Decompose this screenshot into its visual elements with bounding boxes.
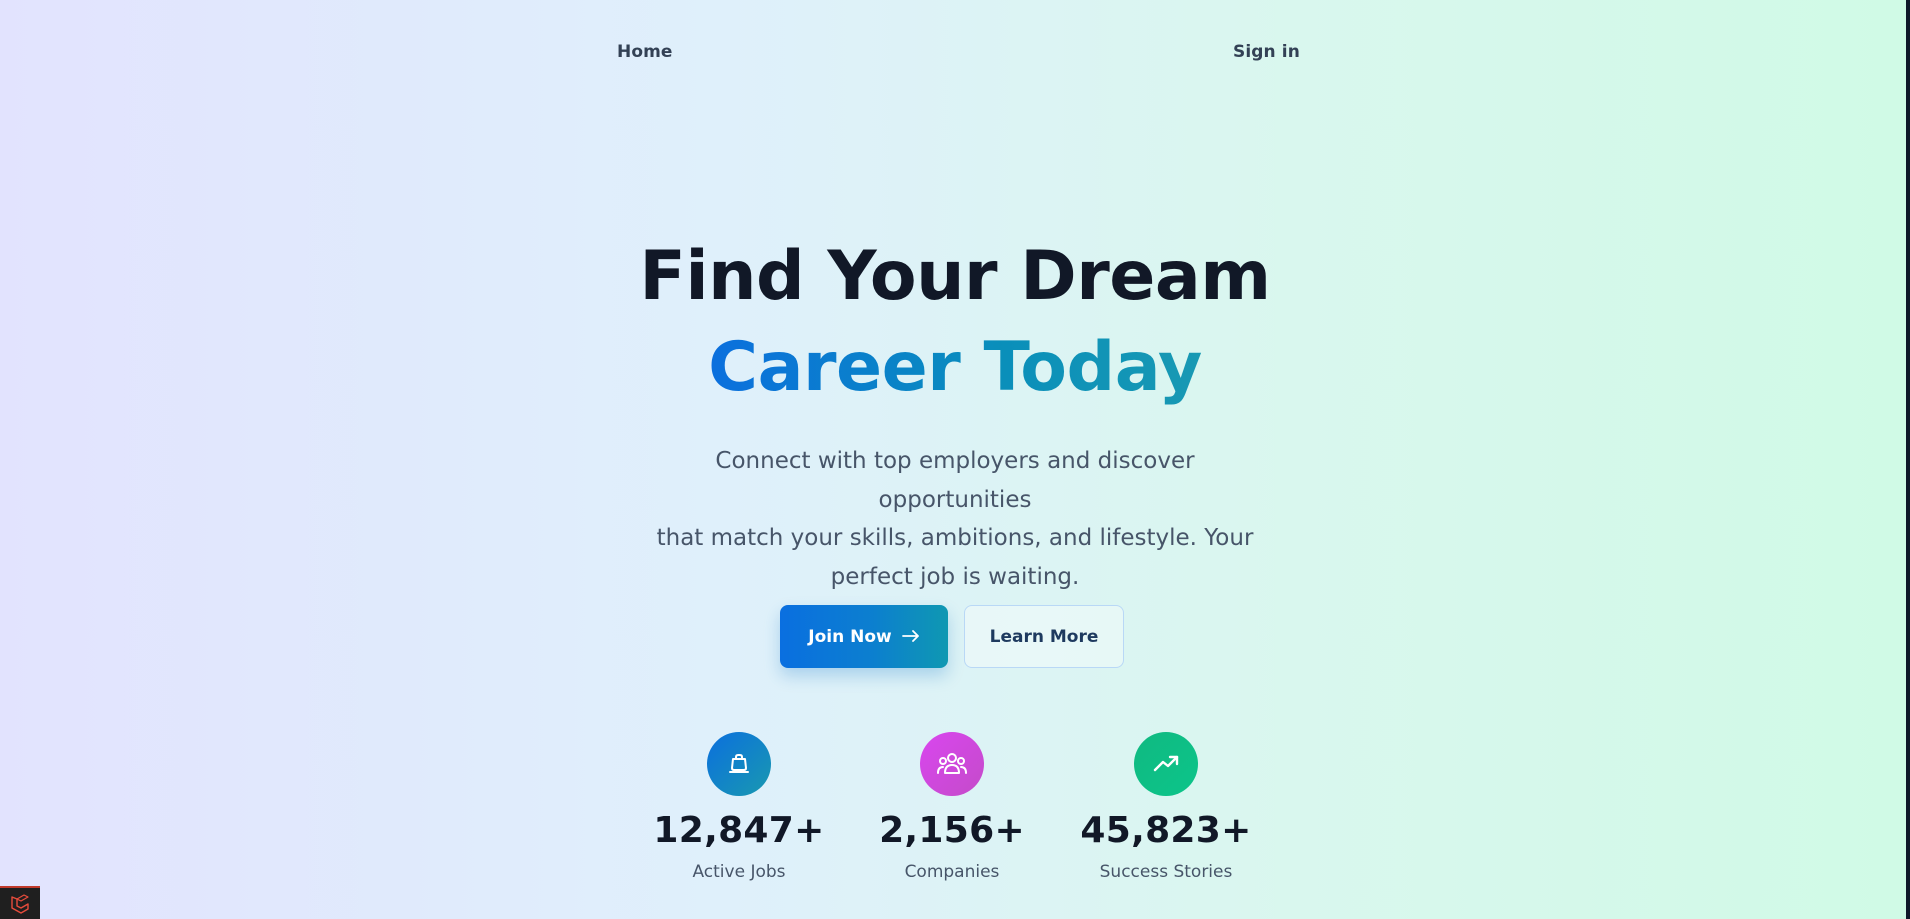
laravel-debug-icon[interactable] [0,886,40,919]
arrow-right-icon [901,626,920,648]
stat-value: 2,156+ [879,810,1025,851]
hero-subtitle-line2: that match your skills, ambitions, and l… [656,525,1254,551]
stat-value: 12,847+ [653,810,825,851]
hero-subtitle-line3: perfect job is waiting. [830,563,1080,590]
stat-label: Active Jobs [692,862,786,882]
stat-companies: 2,156+ Companies [852,732,1052,882]
trending-up-icon [1134,732,1198,796]
hero-subtitle: Connect with top employers and discover … [655,442,1255,596]
stat-label: Success Stories [1099,862,1233,882]
join-now-label: Join Now [808,626,892,647]
hero-title: Find Your Dream [639,237,1271,316]
learn-more-label: Learn More [989,626,1099,647]
stat-label: Companies [904,862,1000,882]
hero-subtitle-line1: Connect with top employers and discover … [715,448,1195,513]
nav-signin-link[interactable]: Sign in [1233,42,1300,62]
hero-title-highlight: Career Today [0,334,1910,402]
users-icon [920,732,984,796]
stat-value: 45,823+ [1080,810,1252,851]
stat-success-stories: 45,823+ Success Stories [1066,732,1266,882]
top-nav: Home Sign in [0,42,1910,68]
window-edge [1906,0,1910,919]
nav-home-link[interactable]: Home [617,42,673,62]
join-now-button[interactable]: Join Now [780,605,948,668]
briefcase-icon [707,732,771,796]
hero-title-highlight-text: Career Today [708,328,1202,407]
learn-more-button[interactable]: Learn More [964,605,1124,668]
stat-active-jobs: 12,847+ Active Jobs [639,732,839,882]
landing-page: Home Sign in Find Your Dream Career Toda… [0,0,1910,919]
